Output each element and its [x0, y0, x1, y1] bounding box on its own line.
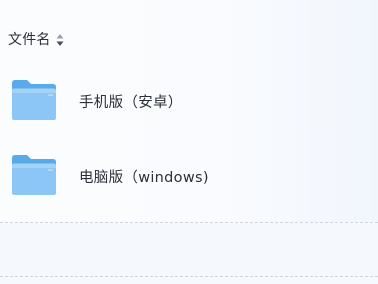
sort-updown-icon[interactable] — [56, 32, 64, 46]
folder-icon — [11, 154, 57, 196]
empty-area — [0, 223, 378, 276]
folder-icon — [11, 79, 57, 121]
section-divider — [0, 276, 378, 277]
filename-column-label: 文件名 — [8, 32, 51, 48]
file-row-android[interactable]: 手机版（安卓） — [0, 72, 378, 128]
file-list-header[interactable]: 文件名 — [8, 29, 64, 49]
file-row-windows[interactable]: 电脑版（windows) — [0, 147, 378, 203]
folder-name[interactable]: 手机版（安卓） — [79, 91, 183, 112]
folder-name[interactable]: 电脑版（windows) — [79, 166, 209, 187]
